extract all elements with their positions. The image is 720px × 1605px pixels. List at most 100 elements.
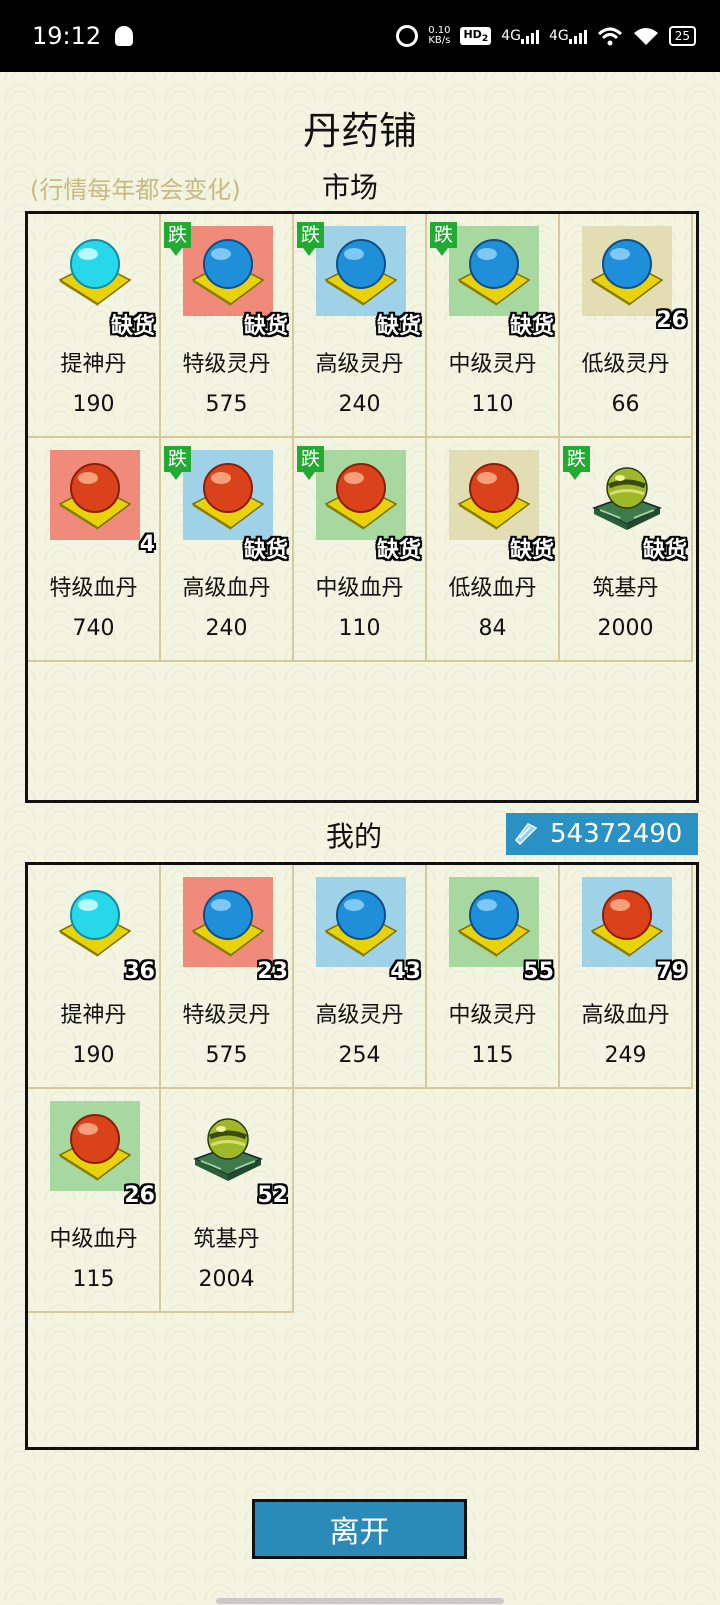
page-title: 丹药铺 (302, 109, 417, 153)
market-item[interactable]: 缺货 提神丹 190 (28, 214, 161, 438)
item-price: 2004 (198, 1267, 255, 1292)
price-drop-tag: 跌 (430, 222, 458, 256)
stock-badge: 缺货 (243, 314, 288, 339)
price-drop-tag: 跌 (164, 446, 192, 480)
item-icon-bg (183, 877, 273, 967)
stock-badge: 缺货 (110, 314, 155, 339)
blue-pill-icon (191, 232, 265, 306)
item-name: 高级血丹 (182, 576, 271, 601)
item-price: 66 (611, 392, 640, 417)
item-price: 110 (338, 616, 381, 641)
market-item[interactable]: 4 特级血丹 740 (28, 438, 161, 662)
market-item[interactable]: 跌缺货筑基丹 2000 (560, 438, 693, 662)
wifi-icon (633, 26, 659, 46)
hd-sub: 2 (481, 33, 489, 45)
market-item[interactable]: 26 低级灵丹 66 (560, 214, 693, 438)
inventory-item[interactable]: 23 特级灵丹 575 (161, 865, 294, 1089)
alarm-icon (396, 25, 419, 47)
item-name: 高级血丹 (581, 1003, 670, 1028)
signal-bars-icon (520, 28, 539, 44)
notification-icon (115, 26, 134, 46)
red-pill-icon (590, 883, 664, 957)
item-icon-bg (316, 226, 406, 316)
item-icon-bg (449, 226, 539, 316)
stock-badge: 缺货 (642, 538, 687, 563)
stock-badge: 23 (257, 959, 288, 984)
red-pill-icon (58, 456, 132, 530)
item-price: 575 (205, 1043, 248, 1068)
market-item[interactable]: 跌缺货 高级血丹 240 (161, 438, 294, 662)
item-price: 2000 (597, 616, 654, 641)
stock-badge: 43 (390, 959, 421, 984)
item-name: 提神丹 (60, 352, 127, 377)
item-icon-bg (449, 877, 539, 967)
item-price: 115 (72, 1267, 115, 1292)
hotspot-icon (597, 26, 623, 46)
red-pill-icon (457, 456, 531, 530)
item-price: 740 (72, 616, 115, 641)
blue-pill-icon (457, 232, 531, 306)
stock-badge: 缺货 (243, 538, 288, 563)
item-name: 特级灵丹 (182, 352, 271, 377)
item-icon-bg (183, 1101, 273, 1191)
signal-2: 4G (549, 28, 587, 44)
item-icon-bg (50, 1101, 140, 1191)
market-item[interactable]: 跌缺货 中级灵丹 110 (427, 214, 560, 438)
currency-amount: 54372490 (550, 819, 683, 849)
spirit-stone-icon (515, 823, 538, 846)
signal-1-label: 4G (501, 28, 521, 44)
item-name: 高级灵丹 (315, 1003, 404, 1028)
leave-button[interactable]: 离开 (252, 1499, 467, 1559)
stock-badge: 4 (139, 532, 155, 557)
item-name: 中级血丹 (49, 1227, 138, 1252)
price-drop-tag: 跌 (563, 446, 591, 480)
item-name: 高级灵丹 (315, 352, 404, 377)
foundation-pill-icon (191, 1107, 265, 1181)
market-item[interactable]: 缺货 低级血丹 84 (427, 438, 560, 662)
market-note: (行情每年都会变化) (30, 176, 241, 204)
stock-badge: 缺货 (376, 538, 421, 563)
foundation-pill-icon (590, 456, 664, 530)
signal-2-label: 4G (548, 28, 569, 44)
red-pill-icon (191, 456, 265, 530)
item-icon-bg (50, 226, 140, 316)
market-item[interactable]: 跌缺货 高级灵丹 240 (294, 214, 427, 438)
hd-label: HD (463, 27, 482, 41)
item-name: 筑基丹 (592, 576, 659, 601)
market-grid: 缺货 提神丹 190 跌缺货 特级灵丹 575 跌缺货 高级灵丹 240 跌缺货 中级灵丹 110 26… (28, 214, 696, 662)
blue-pill-icon (457, 883, 531, 957)
item-name: 特级血丹 (49, 576, 138, 601)
item-name: 筑基丹 (193, 1227, 260, 1252)
cyan-pill-icon (58, 883, 132, 957)
market-item[interactable]: 跌缺货 特级灵丹 575 (161, 214, 294, 438)
item-price: 240 (338, 392, 381, 417)
home-indicator[interactable] (216, 1598, 504, 1604)
item-name: 低级灵丹 (581, 352, 670, 377)
item-icon-bg (582, 226, 672, 316)
inventory-item[interactable]: 36 提神丹 190 (28, 865, 161, 1089)
stock-badge: 缺货 (376, 314, 421, 339)
item-icon-bg (316, 450, 406, 540)
inventory-item[interactable]: 26 中级血丹 115 (28, 1089, 161, 1313)
stock-badge: 36 (124, 959, 155, 984)
item-price: 115 (471, 1043, 514, 1068)
red-pill-icon (58, 1107, 132, 1181)
net-rate: 0.10 KB/s (428, 26, 450, 46)
inventory-item[interactable]: 55 中级灵丹 115 (427, 865, 560, 1089)
inventory-item[interactable]: 79 高级血丹 249 (560, 865, 693, 1089)
item-icon-bg (183, 226, 273, 316)
cyan-pill-icon (58, 232, 132, 306)
signal-bars-icon (568, 28, 587, 44)
net-rate-unit: KB/s (428, 35, 451, 46)
inventory-item[interactable]: 52 筑基丹 2004 (161, 1089, 294, 1313)
item-price: 254 (338, 1043, 381, 1068)
blue-pill-icon (590, 232, 664, 306)
market-item[interactable]: 跌缺货 中级血丹 110 (294, 438, 427, 662)
status-time: 19:12 (32, 22, 102, 50)
stock-badge: 缺货 (509, 538, 554, 563)
status-bar: 19:12 0.10 KB/s HD2 4G 4G 25 (0, 0, 720, 72)
inventory-grid: 36 提神丹 190 23 特级灵丹 575 43 高级灵丹 254 55 中级灵丹 115 79 高级血… (28, 865, 696, 1313)
market-label: 市场 (322, 171, 379, 204)
item-price: 84 (478, 616, 507, 641)
inventory-item[interactable]: 43 高级灵丹 254 (294, 865, 427, 1089)
